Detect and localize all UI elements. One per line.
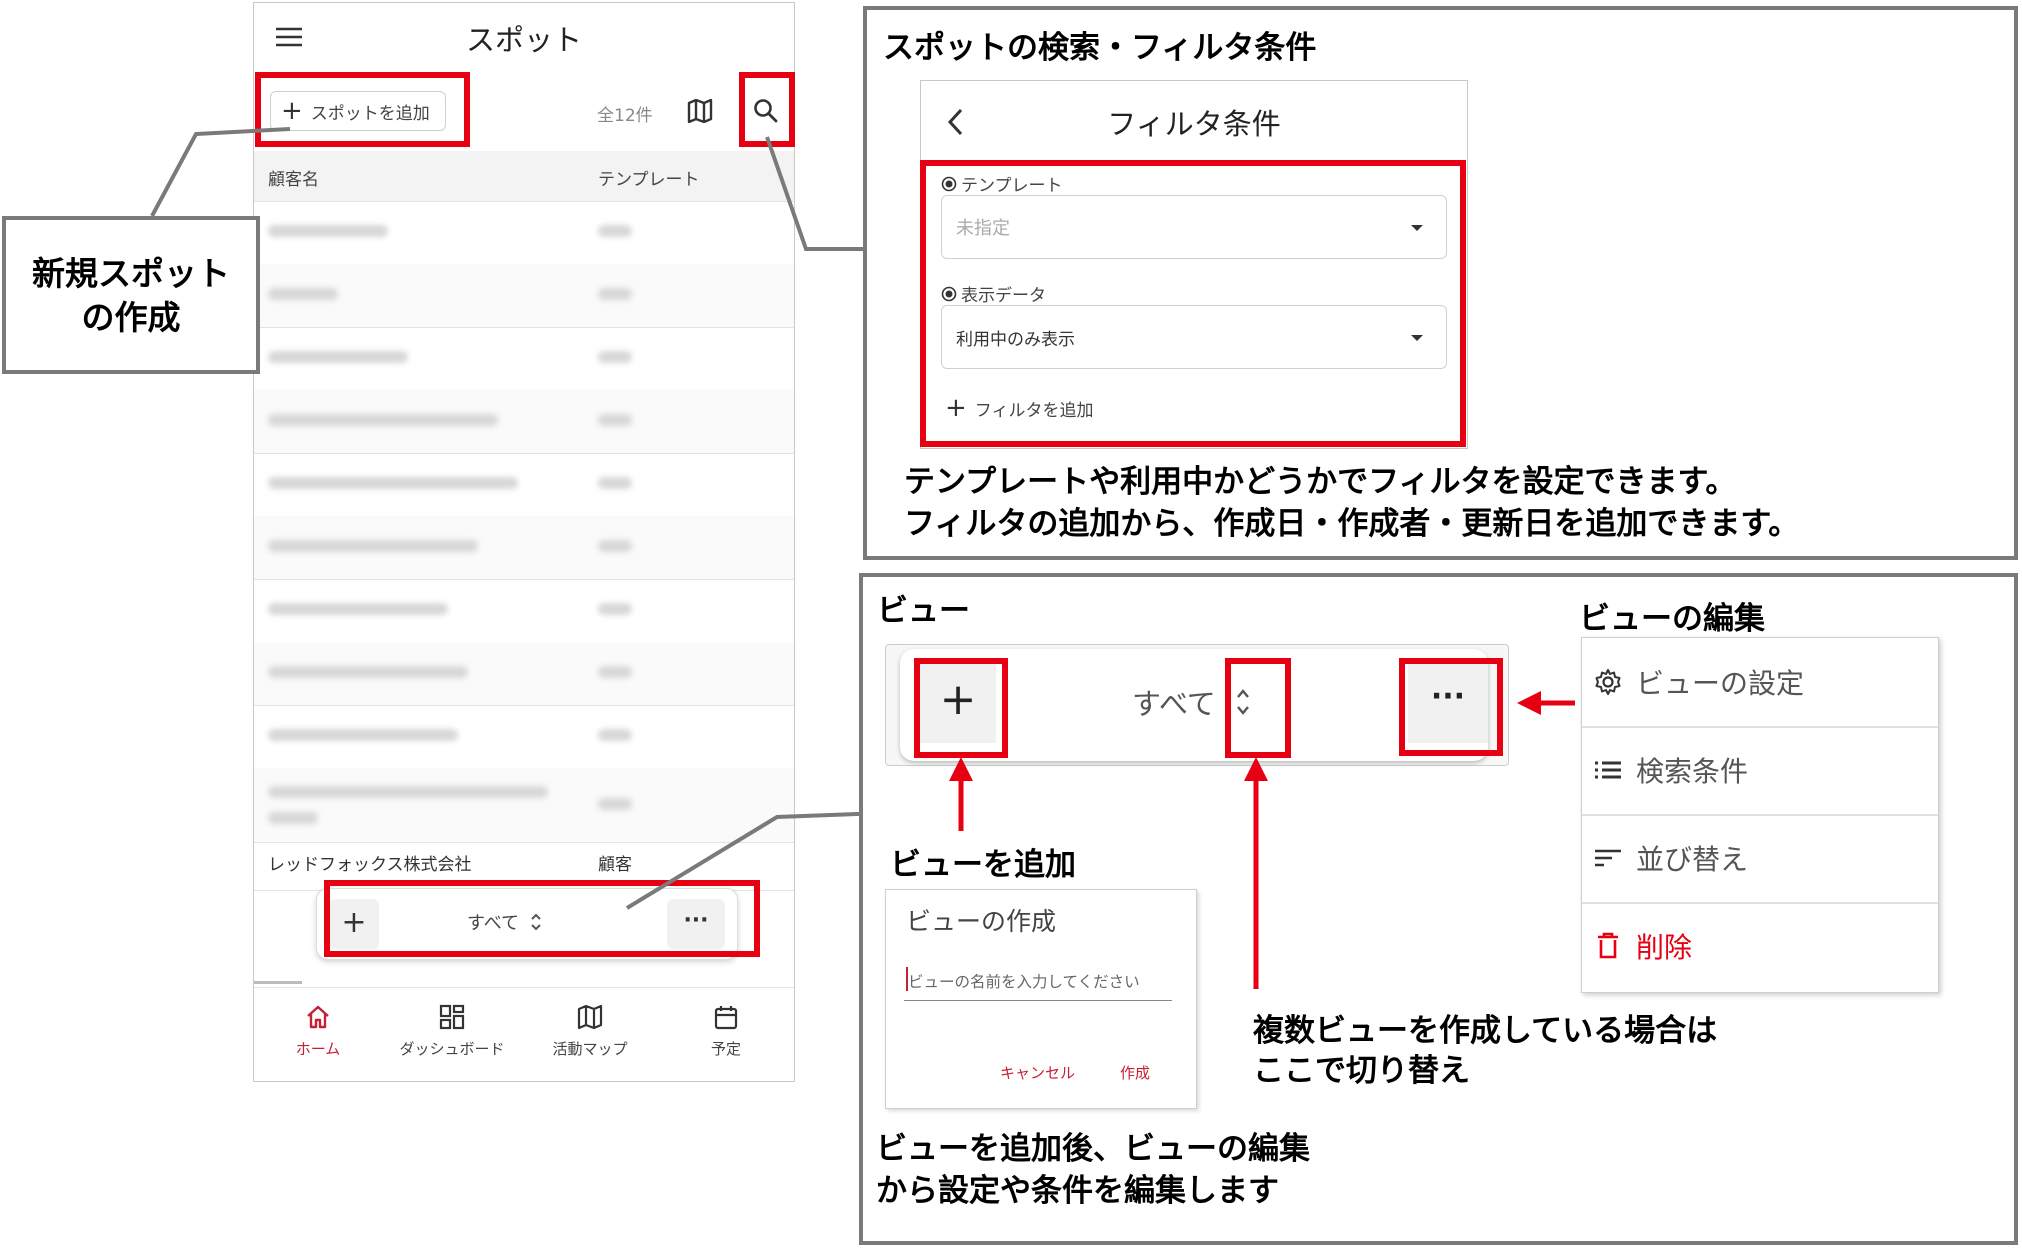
view-edit-menu: ビューの設定 検索条件 並び替え 削除	[1581, 637, 1939, 993]
trash-icon	[1598, 932, 1618, 959]
cancel-button[interactable]: キャンセル	[1000, 1062, 1075, 1083]
create-button[interactable]: 作成	[1120, 1062, 1150, 1083]
filter-desc-line1: テンプレートや利用中かどうかでフィルタを設定できます。	[904, 464, 1737, 500]
menu-item-label: 削除	[1636, 931, 1693, 964]
view-name-input[interactable]: ビューの名前を入力してください	[904, 958, 1172, 1001]
list-icon	[1595, 761, 1621, 779]
menu-item-label: 検索条件	[1636, 755, 1749, 788]
filter-panel-title: フィルタ条件	[1107, 107, 1281, 141]
menu-item-sort[interactable]: 並び替え	[1582, 814, 1938, 904]
create-view-dialog: ビューの作成 ビューの名前を入力してください キャンセル 作成	[885, 889, 1197, 1109]
after-add-note-line1: ビューを追加後、ビューの編集	[876, 1131, 1310, 1167]
menu-item-view-settings[interactable]: ビューの設定	[1582, 638, 1938, 728]
filter-section: スポットの検索・フィルタ条件 フィルタ条件 テンプレート 未指定 表示データ 利…	[863, 6, 2018, 560]
dialog-title: ビューの作成	[906, 907, 1057, 936]
view-name-placeholder: ビューの名前を入力してください	[908, 973, 1140, 991]
filter-desc-line2: フィルタの追加から、作成日・作成者・更新日を追加できます。	[904, 506, 1800, 542]
filter-section-heading: スポットの検索・フィルタ条件	[883, 30, 1317, 66]
view-section: ビュー + すべて ··· ビューを追加 ビューの作成 ビューの名前を入力してく…	[859, 573, 2018, 1245]
sort-icon	[1595, 849, 1621, 867]
add-view-caption: ビューを追加	[890, 847, 1076, 883]
highlight-filter-panel	[920, 160, 1466, 447]
gear-icon	[1595, 669, 1621, 695]
switch-note-line1: 複数ビューを作成している場合は	[1253, 1013, 1718, 1049]
after-add-note-line2: から設定や条件を編集します	[876, 1173, 1279, 1209]
menu-item-search-conditions[interactable]: 検索条件	[1582, 726, 1938, 816]
menu-item-label: ビューの設定	[1636, 667, 1805, 700]
view-edit-heading: ビューの編集	[1579, 601, 1765, 637]
menu-item-delete[interactable]: 削除	[1582, 902, 1938, 990]
menu-item-label: 並び替え	[1636, 843, 1749, 876]
switch-note-line2: ここで切り替え	[1253, 1053, 1470, 1089]
